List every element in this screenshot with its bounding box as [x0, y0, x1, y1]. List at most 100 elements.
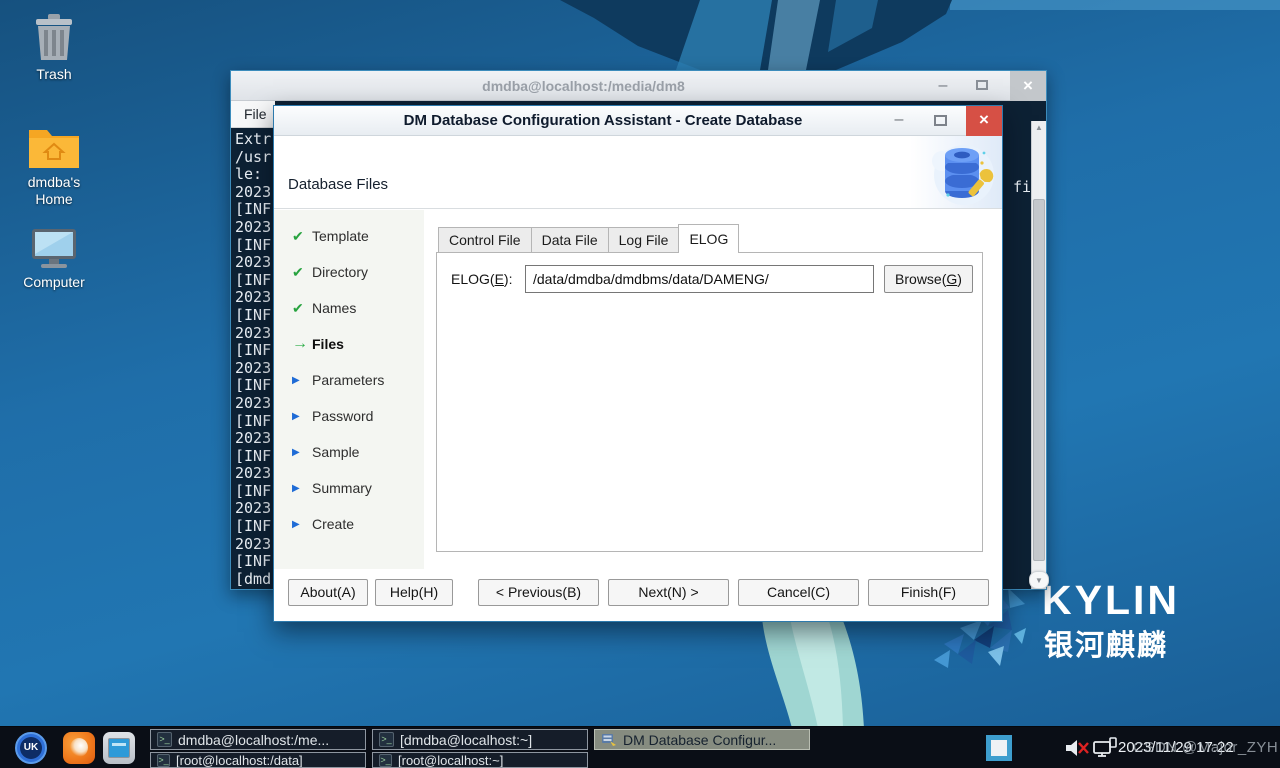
database-wrench-icon — [924, 139, 998, 209]
taskbar: UK >_ dmdba@localhost:/me... >_ [dmdba@l… — [0, 726, 1280, 768]
step-pending-icon: ▶ — [292, 519, 312, 530]
kylin-logo-title: KYLIN — [1042, 580, 1180, 620]
step-template: ✔Template — [274, 218, 424, 254]
desktop-icon-label: Trash — [2, 66, 106, 83]
desktop-icon-trash[interactable]: Trash — [2, 12, 106, 83]
terminal-line: /usr — [235, 149, 271, 167]
terminal-app-icon: >_ — [157, 754, 170, 767]
kylin-logo-subtitle: 银河麒麟 — [1044, 622, 1168, 664]
terminal-line: [dmd — [235, 571, 271, 589]
dbca-dialog: DM Database Configuration Assistant - Cr… — [273, 105, 1003, 622]
terminal-line: 2023 — [235, 430, 271, 448]
terminal-text-fragment: fi — [1013, 178, 1031, 196]
home-folder-icon — [25, 124, 83, 170]
browse-button[interactable]: Browse(G) — [884, 265, 973, 293]
terminal-line: 2023 — [235, 184, 271, 202]
terminal-scrollbar[interactable]: ▲ ▼ — [1031, 121, 1046, 589]
dialog-main: Control File Data File Log File ELOG ELO… — [424, 210, 1002, 569]
step-password: ▶Password — [274, 398, 424, 434]
firefox-launcher[interactable] — [63, 732, 95, 764]
step-parameters: ▶Parameters — [274, 362, 424, 398]
help-button[interactable]: Help(H) — [375, 579, 453, 606]
terminal-line: 2023 — [235, 289, 271, 307]
step-files: →Files — [274, 326, 424, 362]
task-dm-configurator[interactable]: DM Database Configur... — [594, 729, 810, 750]
terminal-close-button[interactable]: × — [1010, 71, 1046, 101]
tab-control-file[interactable]: Control File — [438, 227, 532, 253]
step-sample: ▶Sample — [274, 434, 424, 470]
wizard-steps: ✔Template ✔Directory ✔Names →Files ▶Para… — [274, 210, 424, 569]
tab-data-file[interactable]: Data File — [532, 227, 609, 253]
dialog-close-button[interactable]: × — [966, 106, 1002, 136]
step-pending-icon: ▶ — [292, 411, 312, 422]
step-pending-icon: ▶ — [292, 483, 312, 494]
step-done-icon: ✔ — [292, 264, 312, 281]
cancel-button[interactable]: Cancel(C) — [738, 579, 859, 606]
tab-elog[interactable]: ELOG — [678, 224, 739, 253]
about-button[interactable]: About(A) — [288, 579, 368, 606]
task-terminal-media-dm8[interactable]: >_ dmdba@localhost:/me... — [150, 729, 366, 750]
step-create: ▶Create — [274, 506, 424, 542]
show-desktop-button[interactable] — [986, 735, 1012, 761]
terminal-line: [INF — [235, 272, 271, 290]
dialog-header: Database Files — [274, 136, 1002, 209]
csdn-watermark: CSDN @Major_ZYH — [1133, 727, 1278, 768]
elog-label: ELOG(E): — [451, 271, 512, 287]
ukui-logo-icon: UK — [20, 737, 42, 759]
terminal-line: 2023 — [235, 536, 271, 554]
dialog-titlebar[interactable]: DM Database Configuration Assistant - Cr… — [274, 106, 1002, 136]
dialog-minimize-button[interactable]: – — [891, 111, 907, 129]
scroll-up-icon[interactable]: ▲ — [1032, 123, 1046, 132]
task-terminal-root-home[interactable]: >_ [root@localhost:~] — [372, 752, 588, 768]
step-summary: ▶Summary — [274, 470, 424, 506]
step-pending-icon: ▶ — [292, 447, 312, 458]
terminal-menu-file[interactable]: File — [231, 101, 275, 128]
terminal-maximize-button[interactable] — [976, 80, 988, 90]
terminal-app-icon: >_ — [157, 732, 172, 747]
terminal-line: 2023 — [235, 360, 271, 378]
step-pending-icon: ▶ — [292, 375, 312, 386]
file-manager-launcher[interactable] — [103, 732, 135, 764]
finish-button[interactable]: Finish(F) — [868, 579, 989, 606]
terminal-minimize-button[interactable]: – — [935, 77, 951, 95]
terminal-line: [INF — [235, 307, 271, 325]
trash-icon — [28, 12, 80, 62]
elog-panel: ELOG(E): Browse(G) — [436, 252, 983, 552]
previous-button[interactable]: < Previous(B) — [478, 579, 599, 606]
dialog-title: DM Database Configuration Assistant - Cr… — [334, 106, 872, 136]
terminal-line: 2023 — [235, 254, 271, 272]
dialog-footer: About(A) Help(H) < Previous(B) Next(N) >… — [274, 569, 1002, 621]
desktop-icon-computer[interactable]: Computer — [2, 226, 106, 291]
terminal-line: [INF — [235, 448, 271, 466]
next-button[interactable]: Next(N) > — [608, 579, 729, 606]
dialog-maximize-button[interactable] — [934, 115, 947, 126]
terminal-line: 2023 — [235, 395, 271, 413]
task-terminal-root-data[interactable]: >_ [root@localhost:/data] — [150, 752, 366, 768]
file-manager-icon — [108, 738, 130, 758]
elog-row: ELOG(E): Browse(G) — [451, 265, 972, 293]
terminal-output: Extr /usr le: 2023 [INF 2023 [INF 2023 [… — [235, 131, 271, 588]
terminal-line: 2023 — [235, 219, 271, 237]
terminal-line: [INF — [235, 237, 271, 255]
step-done-icon: ✔ — [292, 228, 312, 245]
desktop-icon-label: Computer — [2, 274, 106, 291]
desktop-icon-label: dmdba's Home — [2, 174, 106, 208]
firefox-icon — [70, 738, 88, 757]
network-icon[interactable] — [1092, 736, 1118, 760]
terminal-line: [INF — [235, 483, 271, 501]
scroll-down-icon[interactable]: ▼ — [1029, 571, 1049, 589]
dialog-body: ✔Template ✔Directory ✔Names →Files ▶Para… — [274, 210, 1002, 569]
terminal-line: 2023 — [235, 465, 271, 483]
desktop-icon-home[interactable]: dmdba's Home — [2, 124, 106, 208]
file-tabs: Control File Data File Log File ELOG — [438, 225, 739, 253]
scrollbar-thumb[interactable] — [1033, 199, 1045, 561]
start-menu-button[interactable]: UK — [15, 732, 47, 764]
terminal-titlebar[interactable]: dmdba@localhost:/media/dm8 – × — [231, 71, 1046, 101]
elog-path-input[interactable] — [525, 265, 874, 293]
terminal-line: 2023 — [235, 500, 271, 518]
terminal-line: [INF — [235, 553, 271, 571]
volume-muted-icon[interactable] — [1064, 736, 1090, 760]
task-terminal-dmdba-home[interactable]: >_ [dmdba@localhost:~] — [372, 729, 588, 750]
step-current-icon: → — [292, 335, 312, 353]
tab-log-file[interactable]: Log File — [609, 227, 680, 253]
